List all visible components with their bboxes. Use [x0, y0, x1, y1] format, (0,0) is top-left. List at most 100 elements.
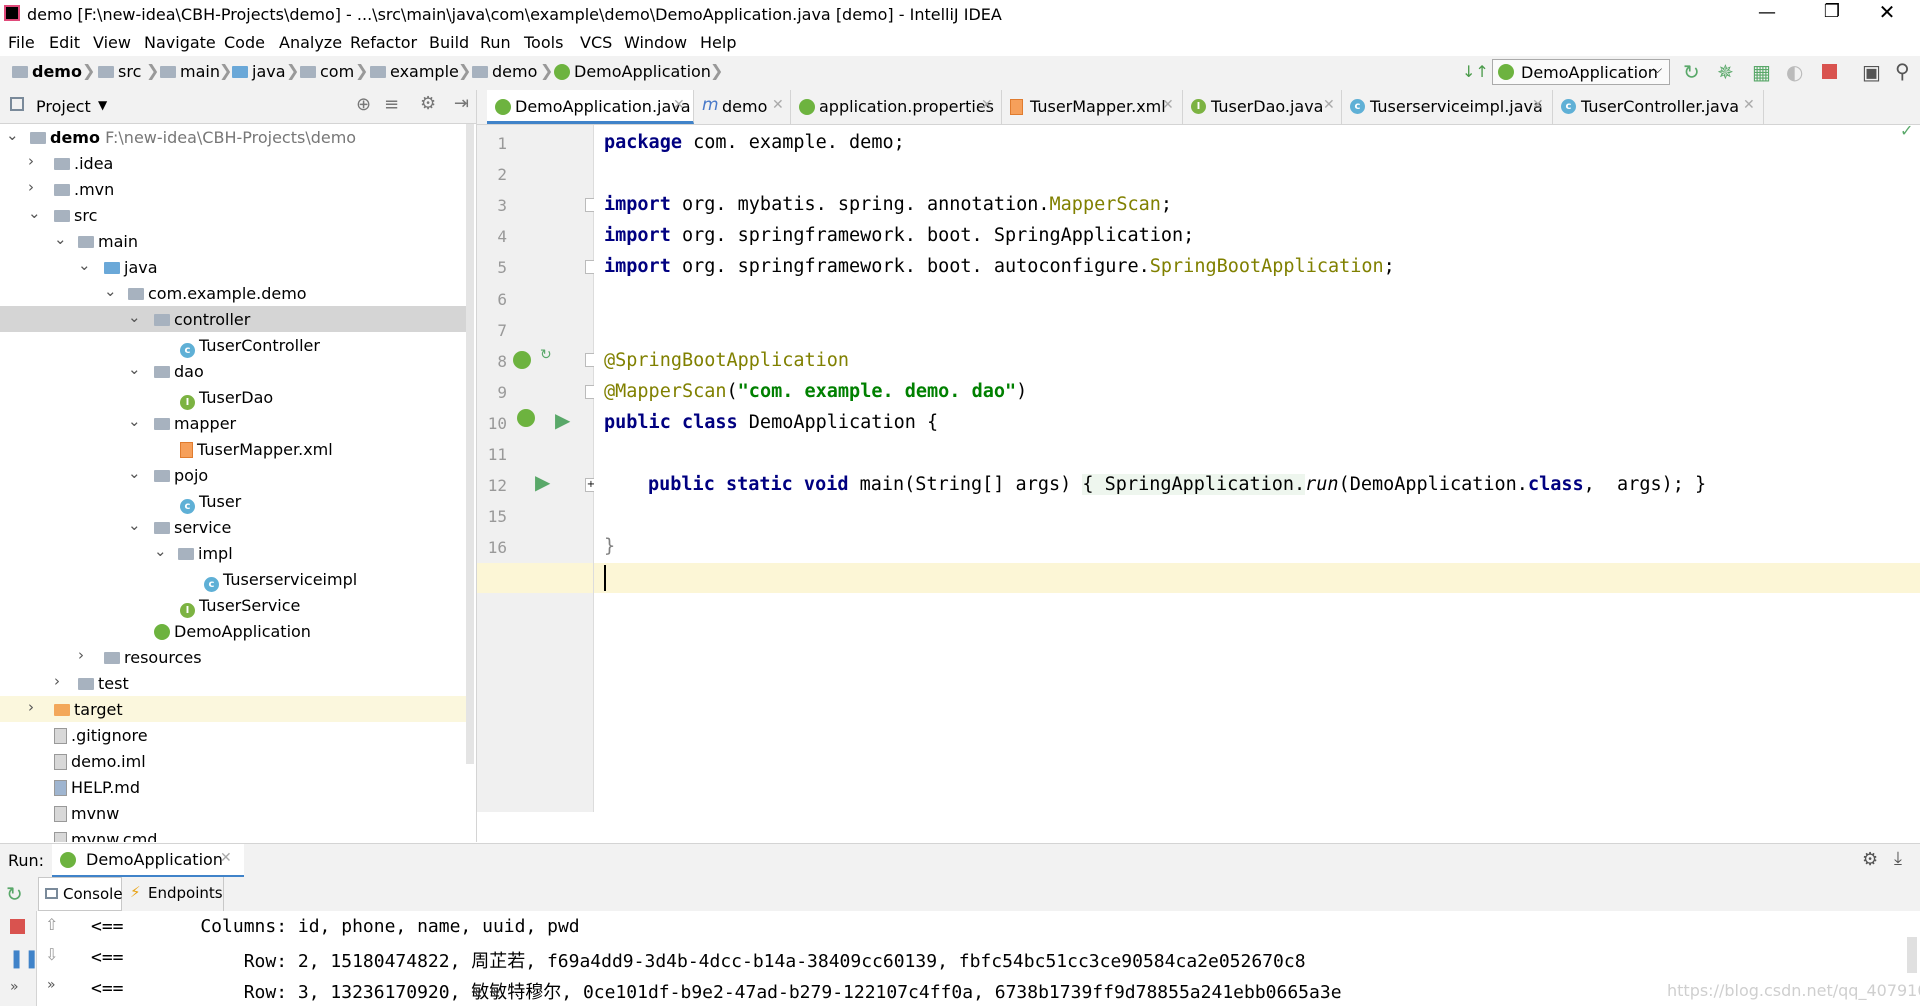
tab-tusercontroller-java[interactable]: c TuserController.java ✕ — [1553, 90, 1764, 124]
refresh-icon[interactable]: ↻ — [540, 347, 552, 363]
more-icon[interactable]: » — [10, 979, 19, 995]
menu-edit[interactable]: Edit — [49, 33, 80, 52]
tree-scrollbar[interactable] — [466, 124, 474, 764]
chevron-down-icon[interactable]: ⌄ — [128, 516, 141, 534]
chevron-right-icon[interactable]: › — [78, 646, 84, 664]
close-tab-icon[interactable]: ✕ — [1743, 97, 1755, 113]
tab-endpoints[interactable]: ⚡ Endpoints — [124, 877, 224, 911]
tree-item-resources[interactable]: › resources — [0, 644, 468, 670]
scroll-up-icon[interactable]: ⇧ — [45, 915, 58, 934]
close-tab-icon[interactable]: ✕ — [772, 97, 784, 113]
menu-build[interactable]: Build — [429, 33, 469, 52]
breadcrumb-demoapplication[interactable]: DemoApplication — [554, 62, 711, 81]
chevron-right-icon[interactable]: › — [28, 152, 34, 170]
chevron-down-icon[interactable]: ⌄ — [128, 464, 141, 482]
tree-item-tuserservice[interactable]: I TuserService — [0, 592, 468, 618]
tree-item-tusercontroller[interactable]: c TuserController — [0, 332, 468, 358]
tab-application-properties[interactable]: application.properties ✕ — [791, 90, 1002, 124]
rerun-icon[interactable]: ↻ — [6, 882, 23, 906]
breadcrumb-src[interactable]: src — [98, 62, 141, 81]
spring-class-icon[interactable] — [517, 409, 535, 427]
tree-item-demoapplication[interactable]: DemoApplication — [0, 618, 468, 644]
chevron-right-icon[interactable]: › — [28, 698, 34, 716]
tab-tuserdao-java[interactable]: I TuserDao.java ✕ — [1183, 90, 1342, 124]
run-config-selector[interactable]: DemoApplication ⌵ — [1492, 59, 1670, 85]
chevron-down-icon[interactable]: ⌄ — [54, 230, 67, 248]
breadcrumb-java[interactable]: java — [232, 62, 286, 81]
tree-item-mvnw[interactable]: mvnw — [0, 800, 468, 826]
breadcrumb-main[interactable]: main — [160, 62, 220, 81]
breadcrumb-com[interactable]: com — [300, 62, 354, 81]
profiler-icon[interactable]: ◐ — [1786, 60, 1803, 84]
tree-item-package[interactable]: ⌄ com.example.demo — [0, 280, 468, 306]
tree-item-gitignore[interactable]: .gitignore — [0, 722, 468, 748]
locate-icon[interactable]: ⊕ — [356, 94, 371, 115]
tree-item-tuserserviceimpl[interactable]: c Tuserserviceimpl — [0, 566, 468, 592]
console-output[interactable]: ⇧ ⇩ » <== Columns: id, phone, name, uuid… — [37, 911, 1920, 1006]
menu-navigate[interactable]: Navigate — [144, 33, 216, 52]
hide-icon[interactable]: ⇥ — [454, 93, 469, 114]
coverage-icon[interactable]: ▦ — [1752, 60, 1771, 84]
sort-icon[interactable]: ↓↑ — [1462, 62, 1489, 81]
chevron-down-icon[interactable]: ⌄ — [128, 412, 141, 430]
menu-refactor[interactable]: Refactor — [350, 33, 417, 52]
breadcrumb-example[interactable]: example — [370, 62, 459, 81]
tree-item-pojo[interactable]: ⌄ pojo — [0, 462, 468, 488]
menu-analyze[interactable]: Analyze — [279, 33, 342, 52]
close-tab-icon[interactable]: ✕ — [1162, 97, 1174, 113]
chevron-down-icon[interactable]: ⌄ — [6, 126, 19, 144]
menu-run[interactable]: Run — [480, 33, 511, 52]
tab-demoapplication-java[interactable]: DemoApplication.java ✕ — [487, 90, 694, 124]
tree-item-tusermapper-xml[interactable]: TuserMapper.xml — [0, 436, 468, 462]
tree-item-impl[interactable]: ⌄ impl — [0, 540, 468, 566]
close-tab-icon[interactable]: ✕ — [981, 97, 993, 113]
chevron-right-icon[interactable]: › — [28, 178, 34, 196]
menu-window[interactable]: Window — [624, 33, 687, 52]
minimize-panel-icon[interactable]: ⤓ — [1894, 848, 1902, 869]
menu-code[interactable]: Code — [224, 33, 265, 52]
tree-item-target[interactable]: › target — [0, 696, 468, 722]
breadcrumb-demo-pkg[interactable]: demo — [472, 62, 537, 81]
rerun-icon[interactable]: ↻ — [1683, 60, 1700, 84]
run-class-icon[interactable]: ▶ — [555, 408, 570, 432]
tree-item-mvnw-cmd[interactable]: mvnw.cmd — [0, 826, 468, 842]
tree-item-mapper[interactable]: ⌄ mapper — [0, 410, 468, 436]
tree-item-demo[interactable]: ⌄ demo F:\new-idea\CBH-Projects\demo — [0, 124, 468, 150]
collapse-icon[interactable]: ≡ — [384, 94, 399, 115]
minimize-button[interactable]: — — [1752, 2, 1782, 26]
chevron-down-icon[interactable]: ▼ — [98, 98, 107, 112]
tree-item-main[interactable]: ⌄ main — [0, 228, 468, 254]
more-icon[interactable]: » — [47, 977, 56, 993]
pause-icon[interactable]: ❚❚ — [9, 948, 39, 969]
close-tab-icon[interactable]: ✕ — [1323, 97, 1335, 113]
debug-icon[interactable]: ✵ — [1717, 60, 1734, 84]
tree-item-test[interactable]: › test — [0, 670, 468, 696]
tree-item-controller[interactable]: ⌄ controller — [0, 306, 468, 332]
stop-icon[interactable] — [10, 919, 25, 934]
close-tab-icon[interactable]: ✕ — [220, 850, 232, 866]
tree-item-dao[interactable]: ⌄ dao — [0, 358, 468, 384]
tree-item-help-md[interactable]: HELP.md — [0, 774, 468, 800]
tree-item-idea[interactable]: › .idea — [0, 150, 468, 176]
chevron-down-icon[interactable]: ⌄ — [78, 256, 91, 274]
project-structure-icon[interactable]: ▣ — [1862, 60, 1881, 84]
close-tab-icon[interactable]: ✕ — [673, 97, 685, 113]
breadcrumb-demo[interactable]: demo — [12, 62, 82, 81]
tab-tuserserviceimpl-java[interactable]: c Tuserserviceimpl.java ✕ — [1342, 90, 1553, 124]
close-tab-icon[interactable]: ✕ — [1532, 97, 1544, 113]
console-scrollbar[interactable] — [1907, 937, 1917, 973]
project-view-selector[interactable]: Project — [36, 97, 91, 116]
chevron-down-icon[interactable]: ⌄ — [128, 360, 141, 378]
menu-view[interactable]: View — [93, 33, 131, 52]
search-icon[interactable]: ⚲ — [1895, 59, 1910, 83]
code-editor[interactable]: package com. example. demo; import org. … — [594, 121, 1920, 812]
tree-item-mvn[interactable]: › .mvn — [0, 176, 468, 202]
scroll-down-icon[interactable]: ⇩ — [45, 945, 58, 964]
close-window-button[interactable]: ✕ — [1872, 0, 1902, 24]
chevron-right-icon[interactable]: › — [54, 672, 60, 690]
menu-help[interactable]: Help — [700, 33, 736, 52]
gear-icon[interactable]: ⚙ — [1862, 849, 1878, 870]
chevron-down-icon[interactable]: ⌄ — [128, 308, 141, 326]
stop-icon[interactable] — [1822, 64, 1837, 79]
tab-demo[interactable]: m demo ✕ — [694, 90, 791, 124]
